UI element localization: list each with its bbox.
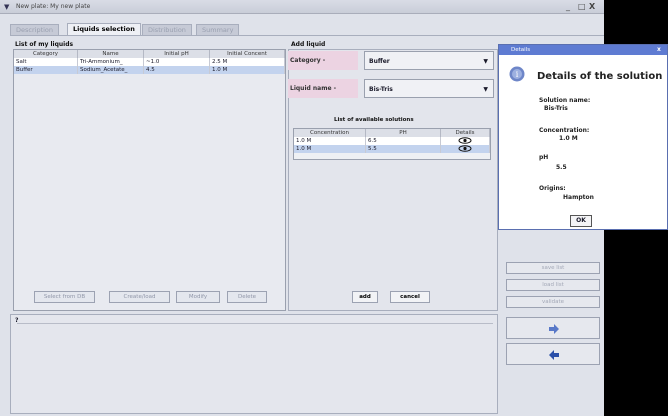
my-liquids-title: List of my liquids — [15, 41, 74, 48]
previous-button[interactable] — [506, 343, 600, 365]
liquid-name-label: Liquid name - — [288, 79, 358, 98]
title-bar: ▼ New plate: My new plate _ □ X — [0, 0, 604, 14]
create-load-button[interactable]: Create/load — [109, 291, 170, 303]
origin-value: Hampton — [563, 194, 594, 201]
delete-button[interactable]: Delete — [227, 291, 267, 303]
ok-button[interactable]: OK — [570, 215, 592, 227]
modify-button[interactable]: Modify — [176, 291, 220, 303]
tab-description[interactable]: Description — [10, 24, 60, 35]
solution-name-label: Solution name: — [539, 97, 591, 104]
add-liquid-title: Add liquid — [291, 41, 326, 48]
dialog-close-icon[interactable]: x — [657, 45, 661, 55]
concentration-value: 1.0 M — [559, 135, 578, 142]
tab-summary[interactable]: Summary — [196, 24, 240, 35]
tab-distribution[interactable]: Distribution — [142, 24, 192, 35]
window-title: New plate: My new plate — [16, 3, 91, 10]
notes-area[interactable]: ? — [10, 314, 498, 414]
cell-name: Tri-Ammonium_ — [78, 58, 144, 66]
cell-concentration: 1.0 M — [294, 137, 366, 145]
save-list-button[interactable]: save list — [506, 262, 600, 274]
cell-name: Sodium_Acetate_ — [78, 66, 144, 74]
info-icon: i — [509, 66, 525, 82]
table-row-selected[interactable]: 1.0 M 5.5 — [294, 145, 490, 153]
divider — [17, 323, 493, 324]
column-header-ph[interactable]: PH — [366, 129, 441, 137]
validate-button[interactable]: validate — [506, 296, 600, 308]
concentration-label: Concentration: — [539, 127, 590, 134]
load-list-button[interactable]: load list — [506, 279, 600, 291]
category-select[interactable]: Buffer ▼ — [364, 51, 494, 70]
next-button[interactable] — [506, 317, 600, 339]
maximize-button[interactable]: □ — [578, 2, 586, 11]
available-solutions-title: List of available solutions — [334, 117, 414, 123]
origin-label: Origins: — [539, 185, 566, 192]
details-dialog: Details x i Details of the solution Solu… — [498, 44, 668, 230]
chevron-down-icon[interactable]: ▼ — [483, 80, 488, 99]
ph-label: pH — [539, 154, 549, 161]
available-solutions-table: Concentration PH Details 1.0 M 6.5 1.0 M… — [293, 128, 491, 160]
cell-initial-ph: 4.5 — [144, 66, 210, 74]
details-eye-icon[interactable] — [441, 137, 490, 145]
liquid-name-select[interactable]: Bis-Tris ▼ — [364, 79, 494, 98]
column-header-initial-concentration[interactable]: Initial Concent — [210, 50, 285, 58]
select-from-db-button[interactable]: Select from DB — [34, 291, 95, 303]
table-row[interactable]: 1.0 M 6.5 — [294, 137, 490, 145]
cell-initial-ph: ~1.0 — [144, 58, 210, 66]
column-header-concentration[interactable]: Concentration — [294, 129, 366, 137]
column-header-details[interactable]: Details — [441, 129, 490, 137]
cancel-button[interactable]: cancel — [390, 291, 430, 303]
cell-ph: 5.5 — [366, 145, 441, 153]
column-header-initial-ph[interactable]: Initial pH — [144, 50, 210, 58]
liquid-name-select-value: Bis-Tris — [369, 86, 393, 93]
dialog-title: Details — [511, 47, 531, 53]
tab-liquids-selection[interactable]: Liquids selection — [67, 23, 141, 35]
cell-category: Salt — [14, 58, 78, 66]
cell-initial-concentration: 1.0 M — [210, 66, 285, 74]
minimize-button[interactable]: _ — [566, 2, 570, 11]
column-header-category[interactable]: Category — [14, 50, 78, 58]
category-label: Category - — [288, 51, 358, 70]
cell-ph: 6.5 — [366, 137, 441, 145]
table-row[interactable]: Salt Tri-Ammonium_ ~1.0 2.5 M — [14, 58, 285, 66]
cell-initial-concentration: 2.5 M — [210, 58, 285, 66]
arrow-left-icon — [549, 350, 559, 360]
ph-value: 5.5 — [556, 164, 567, 171]
category-select-value: Buffer — [369, 58, 390, 65]
my-liquids-table: Category Name Initial pH Initial Concent… — [13, 49, 286, 311]
add-button[interactable]: add — [352, 291, 378, 303]
cell-concentration: 1.0 M — [294, 145, 366, 153]
solution-name-value: Bis-Tris — [544, 105, 568, 112]
cell-category: Buffer — [14, 66, 78, 74]
arrow-right-icon — [549, 324, 559, 334]
close-button[interactable]: X — [589, 2, 595, 11]
dialog-heading: Details of the solution — [537, 71, 663, 82]
details-eye-icon[interactable] — [441, 145, 490, 153]
window-menu-icon[interactable]: ▼ — [4, 3, 9, 11]
chevron-down-icon[interactable]: ▼ — [483, 52, 488, 71]
svg-text:i: i — [516, 70, 519, 79]
table-row-selected[interactable]: Buffer Sodium_Acetate_ 4.5 1.0 M — [14, 66, 285, 74]
dialog-title-bar: Details x — [499, 45, 667, 55]
column-header-name[interactable]: Name — [78, 50, 144, 58]
